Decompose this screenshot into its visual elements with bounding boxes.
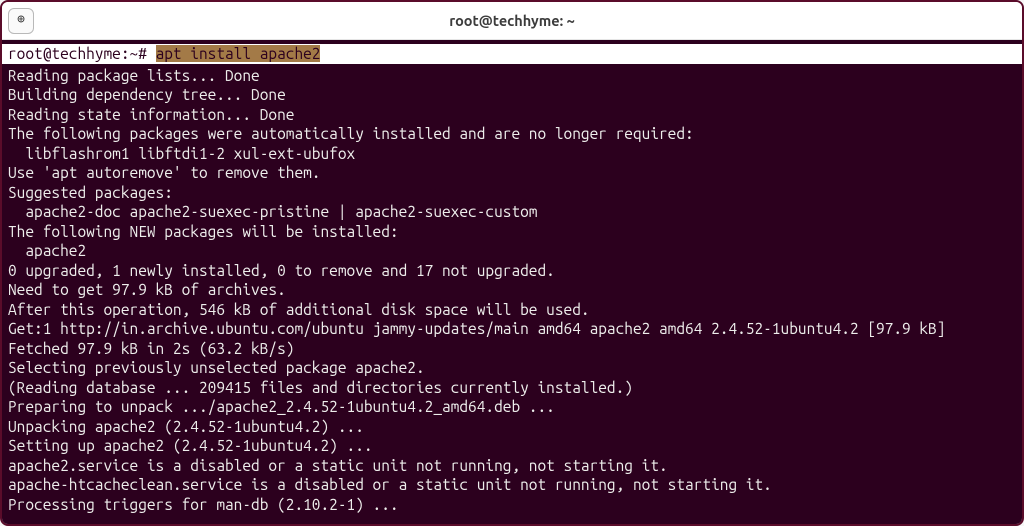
terminal-output-line: apache-htcacheclean.service is a disable… [8, 476, 772, 493]
terminal-output-line: Building dependency tree... Done [8, 86, 286, 103]
terminal-output-line: The following packages were automaticall… [8, 125, 694, 142]
terminal-area[interactable]: root@techhyme:~# apt install apache2 Read… [2, 40, 1022, 524]
titlebar: ⊕ root@techhyme: ~ [2, 2, 1022, 40]
command-line: root@techhyme:~# apt install apache2 [2, 44, 1022, 64]
terminal-output-line: Processing triggers for man-db (2.10.2-1… [8, 496, 399, 513]
terminal-output-line: Need to get 97.9 kB of archives. [8, 281, 286, 298]
terminal-output-line: Get:1 http://in.archive.ubuntu.com/ubunt… [8, 320, 945, 337]
terminal-output-line: apache2-doc apache2-suexec-pristine | ap… [8, 203, 537, 220]
shell-prompt: root@techhyme:~# [8, 45, 156, 62]
terminal-output-line: Fetched 97.9 kB in 2s (63.2 kB/s) [8, 340, 294, 357]
new-tab-button[interactable]: ⊕ [8, 8, 34, 34]
terminal-output-line: (Reading database ... 209415 files and d… [8, 379, 633, 396]
terminal-output-line: libflashrom1 libftdi1-2 xul-ext-ubufox [8, 145, 355, 162]
terminal-output-line: Selecting previously unselected package … [8, 359, 425, 376]
terminal-output-line: Preparing to unpack .../apache2_2.4.52-1… [8, 398, 555, 415]
terminal-window: ⊕ root@techhyme: ~ root@techhyme:~# apt … [0, 0, 1024, 526]
plus-icon: ⊕ [17, 12, 25, 27]
window-title: root@techhyme: ~ [2, 12, 1022, 29]
terminal-output-line: Reading state information... Done [8, 106, 294, 123]
terminal-output-line: Setting up apache2 (2.4.52-1ubuntu4.2) .… [8, 437, 373, 454]
terminal-output-line: apache2 [8, 242, 86, 259]
terminal-output-line: Use 'apt autoremove' to remove them. [8, 164, 320, 181]
terminal-output-line: After this operation, 546 kB of addition… [8, 301, 590, 318]
terminal-output-line: Suggested packages: [8, 184, 173, 201]
terminal-output-line: Unpacking apache2 (2.4.52-1ubuntu4.2) ..… [8, 418, 364, 435]
terminal-output-line: apache2.service is a disabled or a stati… [8, 457, 668, 474]
typed-command: apt install apache2 [156, 45, 321, 62]
terminal-output-line: Reading package lists... Done [8, 67, 260, 84]
terminal-output-line: The following NEW packages will be insta… [8, 223, 399, 240]
terminal-output-line: 0 upgraded, 1 newly installed, 0 to remo… [8, 262, 555, 279]
